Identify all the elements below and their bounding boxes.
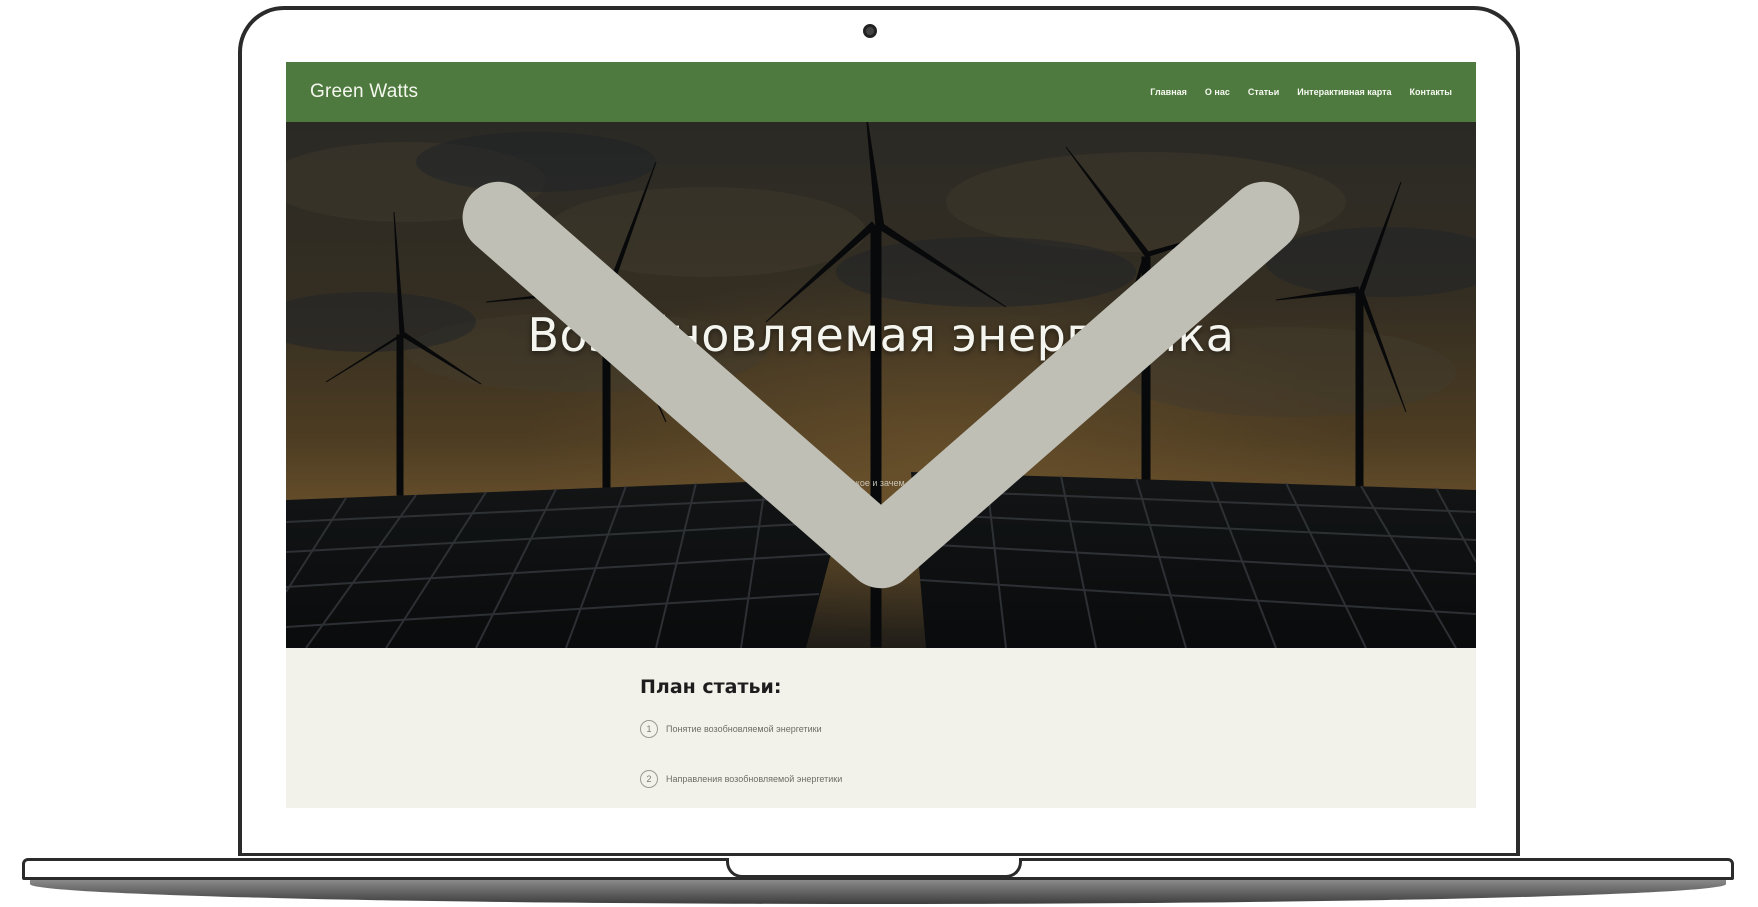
laptop-base-shadow: [30, 880, 1726, 904]
camera-icon: [863, 24, 877, 38]
laptop-mockup: Green Watts Главная О нас Статьи Интерак…: [0, 0, 1758, 907]
plan-item-label: Понятие возобновляемой энергетики: [666, 724, 822, 734]
nav-item-articles[interactable]: Статьи: [1248, 87, 1279, 97]
brand-logo[interactable]: Green Watts: [310, 81, 418, 103]
plan-title: План статьи:: [640, 676, 782, 698]
nav-item-about[interactable]: О нас: [1205, 87, 1230, 97]
hero-banner: Возобновляемая энергетика Что это такое …: [286, 122, 1476, 648]
browser-screen: Green Watts Главная О нас Статьи Интерак…: [286, 62, 1476, 808]
plan-item[interactable]: 1 Понятие возобновляемой энергетики: [640, 720, 822, 738]
site-navbar: Green Watts Главная О нас Статьи Интерак…: [286, 62, 1476, 122]
nav-item-contacts[interactable]: Контакты: [1410, 87, 1452, 97]
nav-menu: Главная О нас Статьи Интерактивная карта…: [1150, 87, 1452, 97]
plan-item-number: 1: [640, 720, 658, 738]
nav-item-map[interactable]: Интерактивная карта: [1297, 87, 1391, 97]
plan-item-number: 2: [640, 770, 658, 788]
plan-item[interactable]: 2 Направления возобновляемой энергетики: [640, 770, 842, 788]
chevron-down-icon[interactable]: [286, 122, 1476, 648]
nav-item-home[interactable]: Главная: [1150, 87, 1187, 97]
plan-item-label: Направления возобновляемой энергетики: [666, 774, 843, 784]
article-plan-section: План статьи: 1 Понятие возобновляемой эн…: [286, 648, 1476, 808]
laptop-opening-notch: [726, 858, 1022, 878]
